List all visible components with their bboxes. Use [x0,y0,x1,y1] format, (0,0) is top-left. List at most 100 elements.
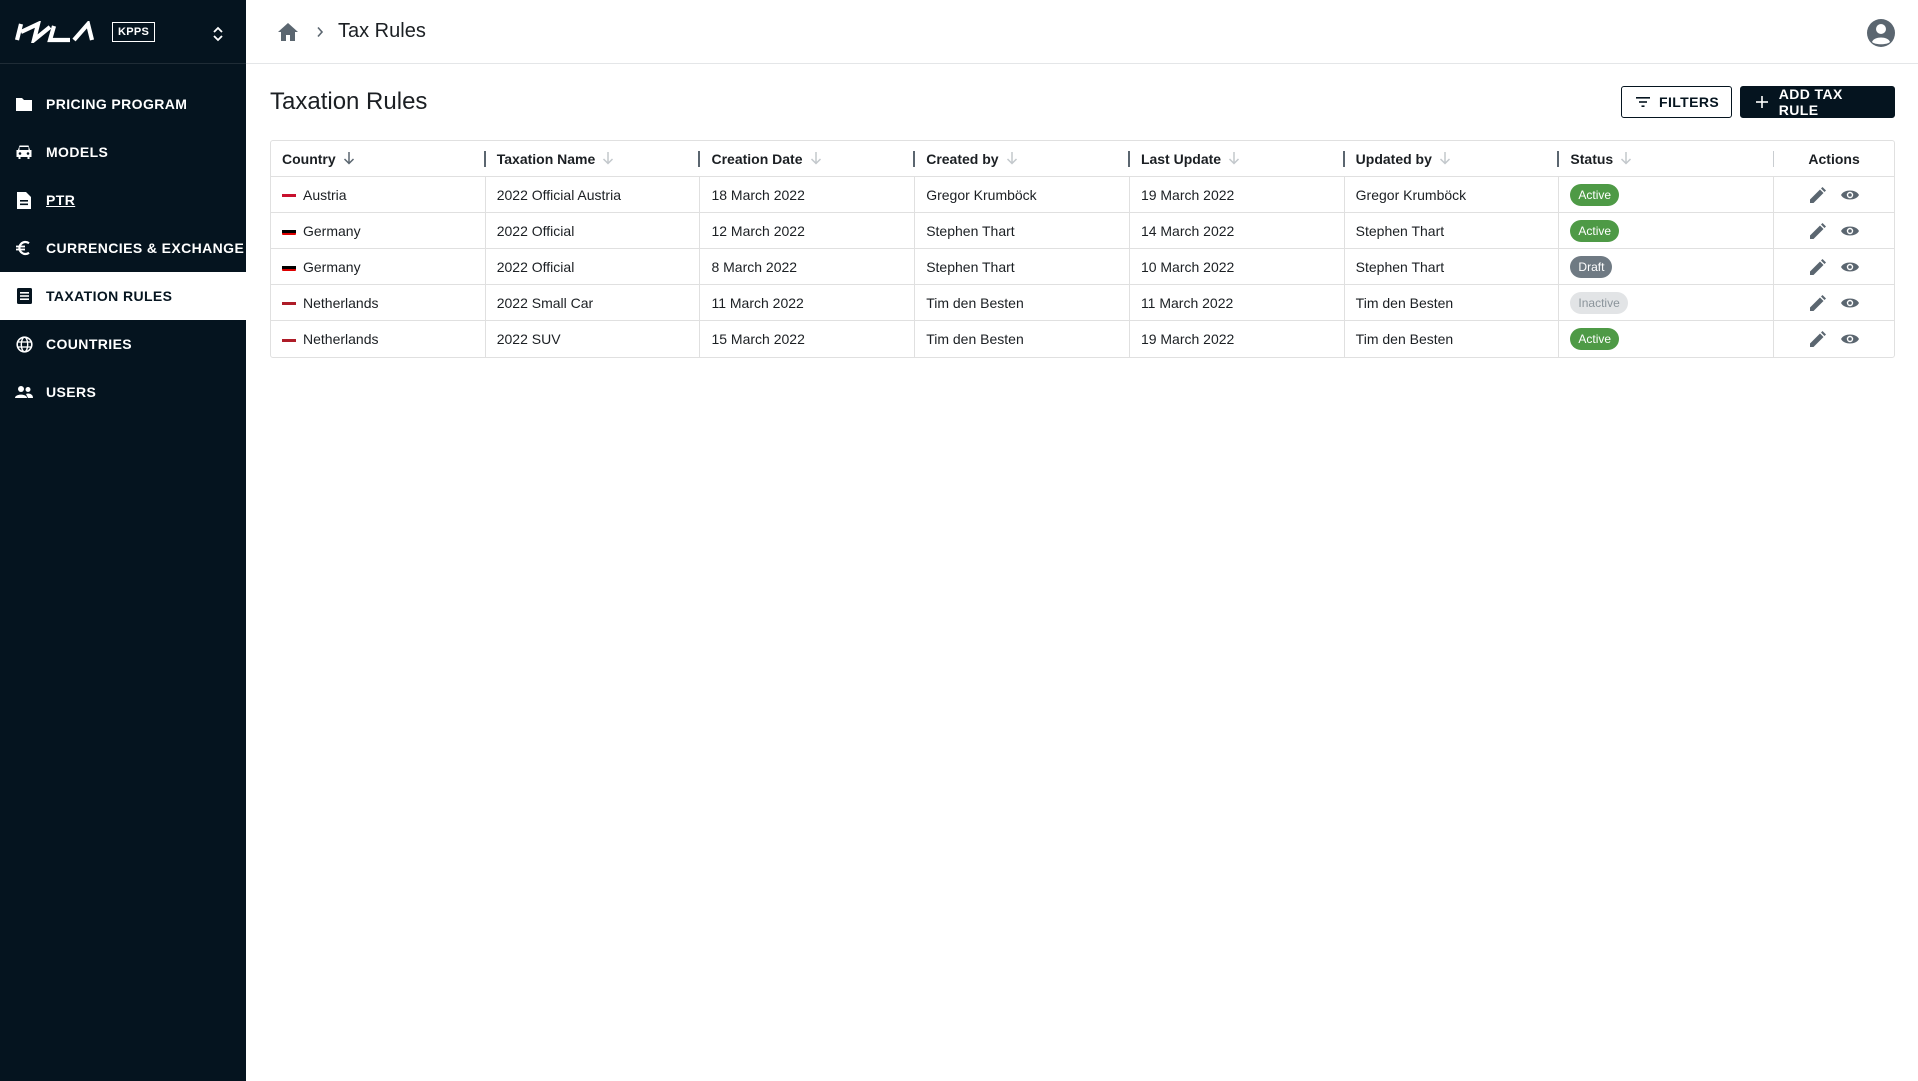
column-header-actions: Actions [1774,141,1894,176]
cell-country: Netherlands [271,321,486,357]
cell-updated-by: Stephen Thart [1345,249,1560,284]
edit-pencil-icon[interactable] [1809,294,1827,312]
cell-country: Germany [271,213,486,248]
globe-icon [15,335,33,353]
view-eye-icon[interactable] [1841,330,1860,348]
list-icon [15,287,33,305]
sort-arrow-icon[interactable] [342,152,356,166]
cell-creation-date: 8 March 2022 [700,249,916,284]
cell-taxation-name: 2022 Official Austria [486,177,701,212]
column-header-country[interactable]: Country [271,141,486,176]
cell-creation-date: 18 March 2022 [700,177,916,212]
kpps-badge: KPPS [112,21,156,42]
home-icon[interactable] [276,20,300,44]
column-header-label: Status [1570,150,1614,167]
users-icon [15,383,33,401]
status-badge: Active [1570,328,1620,350]
add-tax-rule-label: ADD TAX RULE [1778,86,1843,118]
cell-taxation-name: 2022 Small Car [486,285,701,320]
cell-created-by: Stephen Thart [915,213,1130,248]
sidebar-item-currencies[interactable]: CURRENCIES & EXCHANGE [0,224,246,272]
sidebar-item-countries[interactable]: COUNTRIES [0,320,246,368]
cell-last-update: 19 March 2022 [1130,321,1345,357]
app-switcher-icon[interactable] [204,20,232,48]
cell-taxation-name: 2022 SUV [486,321,701,357]
view-eye-icon[interactable] [1841,258,1860,276]
table-header-row: Country Taxation Name Creation Date Crea… [271,141,1894,177]
sort-arrow-icon[interactable] [1619,152,1633,166]
column-header-status[interactable]: Status [1559,141,1775,176]
plus-icon [1755,94,1770,110]
column-header-taxation-name[interactable]: Taxation Name [486,141,701,176]
folder-icon [15,95,33,113]
document-icon [15,191,33,209]
country-name: Netherlands [303,331,379,347]
column-header-creation-date[interactable]: Creation Date [700,141,916,176]
table-row[interactable]: Netherlands 2022 SUV 15 March 2022 Tim d… [271,321,1894,357]
cell-status: Active [1559,213,1775,248]
cell-last-update: 10 March 2022 [1130,249,1345,284]
sidebar-item-label: PRICING PROGRAM [46,96,188,112]
filter-icon [1636,94,1650,110]
chevron-right-icon [316,26,324,38]
filters-button[interactable]: FILTERS [1621,86,1732,118]
sidebar-item-models[interactable]: MODELS [0,128,246,176]
main-content: Taxation Rules FILTERS ADD TAX RULE Coun… [270,64,1895,358]
edit-pencil-icon[interactable] [1809,330,1827,348]
table-row[interactable]: Germany 2022 Official 8 March 2022 Steph… [271,249,1894,285]
country-name: Austria [303,186,347,203]
taxation-rules-table: Country Taxation Name Creation Date Crea… [270,140,1895,358]
sidebar-item-ptr[interactable]: PTR [0,176,246,224]
country-name: Germany [303,222,361,239]
column-header-created-by[interactable]: Created by [915,141,1130,176]
sort-arrow-icon[interactable] [1227,152,1241,166]
sidebar-item-label: TAXATION RULES [46,288,173,304]
status-badge: Active [1570,183,1620,206]
view-eye-icon[interactable] [1841,186,1860,204]
page-header: Taxation Rules FILTERS ADD TAX RULE [270,64,1895,140]
sidebar-item-users[interactable]: USERS [0,368,246,416]
column-header-label: Updated by [1355,150,1432,167]
column-header-label: Creation Date [711,150,803,167]
sort-arrow-icon[interactable] [601,152,615,166]
edit-pencil-icon[interactable] [1809,186,1827,204]
sidebar-item-label: MODELS [46,144,109,160]
sort-arrow-icon[interactable] [1438,152,1452,166]
table-row[interactable]: Germany 2022 Official 12 March 2022 Step… [271,213,1894,249]
netherlands-flag-icon [282,298,296,307]
cell-created-by: Tim den Besten [915,321,1130,357]
column-header-updated-by[interactable]: Updated by [1345,141,1560,176]
sort-arrow-icon[interactable] [1005,152,1019,166]
cell-actions [1774,321,1894,357]
germany-flag-icon [282,226,296,235]
cell-last-update: 14 March 2022 [1130,213,1345,248]
view-eye-icon[interactable] [1841,294,1860,312]
kia-logo[interactable] [14,20,100,43]
table-row[interactable]: Austria 2022 Official Austria 18 March 2… [271,177,1894,213]
sidebar-item-label: PTR [46,192,76,208]
page-title: Taxation Rules [270,88,428,115]
cell-creation-date: 11 March 2022 [700,285,916,320]
add-tax-rule-button[interactable]: ADD TAX RULE [1740,86,1895,118]
cell-actions [1774,177,1894,212]
column-header-label: Country [282,150,336,167]
column-header-label: Last Update [1140,150,1222,167]
cell-taxation-name: 2022 Official [486,213,701,248]
cell-taxation-name: 2022 Official [486,249,701,284]
account-avatar-icon[interactable] [1866,18,1896,48]
country-name: Netherlands [303,294,379,311]
edit-pencil-icon[interactable] [1809,222,1827,240]
sidebar-item-taxation-rules[interactable]: TAXATION RULES [0,272,246,320]
sidebar-item-label: USERS [46,384,97,400]
view-eye-icon[interactable] [1841,222,1860,240]
car-icon [15,143,33,161]
column-header-label: Actions [1808,150,1860,167]
cell-status: Draft [1559,249,1775,284]
cell-status: Inactive [1559,285,1775,320]
table-row[interactable]: Netherlands 2022 Small Car 11 March 2022… [271,285,1894,321]
sidebar-item-pricing-program[interactable]: PRICING PROGRAM [0,80,246,128]
column-header-last-update[interactable]: Last Update [1130,141,1345,176]
edit-pencil-icon[interactable] [1809,258,1827,276]
page-actions: FILTERS ADD TAX RULE [1621,86,1895,118]
sort-arrow-icon[interactable] [809,152,823,166]
